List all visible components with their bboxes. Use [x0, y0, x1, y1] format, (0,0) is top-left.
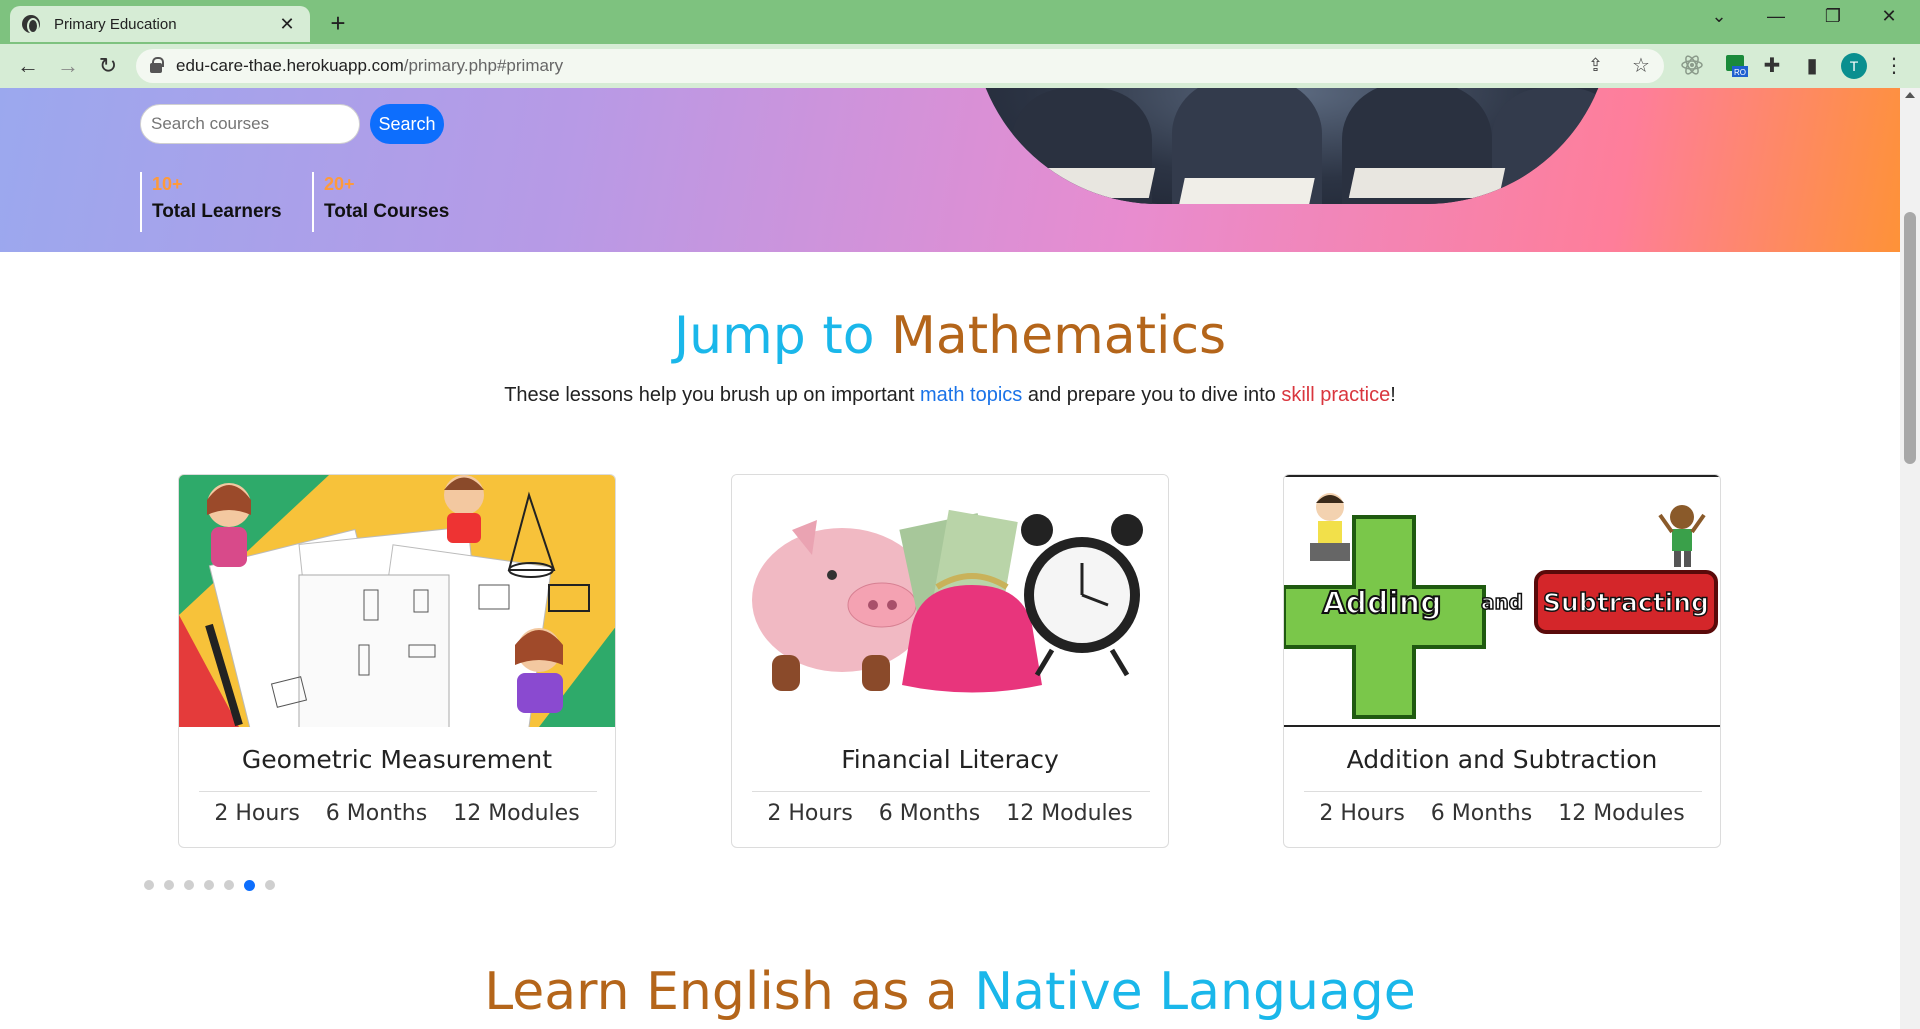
carousel-dot[interactable] — [265, 880, 275, 890]
menu-kebab-icon[interactable]: ⋮ — [1880, 52, 1908, 80]
forward-arrow-icon[interactable]: → — [54, 52, 82, 80]
card-divider — [199, 791, 597, 792]
course-meta: 2 Hours 6 Months 12 Modules — [732, 801, 1168, 826]
course-name: Addition and Subtraction — [1346, 745, 1658, 774]
and-text: and — [1481, 590, 1523, 614]
side-panel-icon[interactable]: ▮ — [1798, 52, 1826, 80]
react-devtools-icon[interactable] — [1680, 53, 1704, 77]
carousel-dot[interactable] — [164, 880, 174, 890]
course-card-addition-subtraction[interactable]: Adding and Subtracting Addition and Subt… — [1283, 474, 1721, 848]
title-part: Mathematics — [891, 306, 1227, 366]
back-arrow-icon[interactable]: ← — [14, 52, 42, 80]
tab-title: Primary Education — [54, 15, 177, 33]
extensions-puzzle-icon[interactable]: ✚ — [1758, 52, 1786, 80]
stat-label: Total Learners — [152, 201, 282, 222]
subtitle-text: These lessons help you brush up on impor… — [504, 384, 920, 406]
course-image-finance — [732, 475, 1168, 727]
adding-text: Adding — [1322, 586, 1441, 621]
stat-learners: 10+ Total Learners — [140, 172, 282, 232]
carousel-dot[interactable] — [244, 880, 255, 891]
reload-icon[interactable]: ↻ — [94, 52, 122, 80]
browser-tab[interactable]: Primary Education ✕ — [10, 6, 310, 42]
address-bar[interactable]: edu-care-thae.herokuapp.com/primary.php#… — [136, 49, 1664, 83]
share-icon[interactable]: ⇪ — [1588, 55, 1603, 76]
close-window-button[interactable]: ✕ — [1874, 6, 1904, 27]
tab-search-chevron-icon[interactable]: ⌄ — [1704, 6, 1734, 27]
card-divider — [752, 791, 1150, 792]
course-modules: 12 Modules — [1558, 801, 1685, 826]
search-button[interactable]: Search — [370, 104, 444, 144]
course-hours: 2 Hours — [1319, 801, 1405, 826]
scrollbar-thumb[interactable] — [1904, 212, 1916, 464]
url-host: edu-care-thae.herokuapp.com — [176, 56, 404, 75]
stat-value: 10+ — [152, 174, 183, 194]
page-scrollbar[interactable] — [1900, 88, 1920, 1029]
scroll-up-arrow-icon[interactable] — [1905, 92, 1915, 98]
stat-label: Total Courses — [324, 201, 450, 222]
hero-banner: Search 10+ Total Learners 20+ Total Cour… — [0, 88, 1900, 252]
course-card-geometric-measurement[interactable]: Geometric Measurement 2 Hours 6 Months 1… — [178, 474, 616, 848]
carousel-dot[interactable] — [184, 880, 194, 890]
close-tab-icon[interactable]: ✕ — [276, 14, 298, 35]
course-modules: 12 Modules — [453, 801, 580, 826]
title-part: Jump to — [673, 306, 892, 366]
card-divider — [1304, 791, 1702, 792]
url-path: /primary.php#primary — [403, 56, 564, 75]
math-section-title: Jump to Mathematics — [0, 306, 1900, 366]
hero-classroom-photo — [972, 88, 1612, 204]
subtitle-text: and prepare you to dive into — [1022, 384, 1282, 406]
course-meta: 2 Hours 6 Months 12 Modules — [1284, 801, 1720, 826]
skill-practice-link[interactable]: skill practice — [1281, 384, 1390, 406]
restore-button[interactable]: ❐ — [1818, 6, 1848, 27]
carousel-dot[interactable] — [224, 880, 234, 890]
course-name: Geometric Measurement — [241, 745, 553, 774]
math-topics-link[interactable]: math topics — [920, 384, 1022, 406]
course-months: 6 Months — [1430, 801, 1533, 826]
course-meta: 2 Hours 6 Months 12 Modules — [179, 801, 615, 826]
globe-icon — [22, 15, 40, 34]
carousel-dot[interactable] — [204, 880, 214, 890]
title-part: Learn English as a — [484, 962, 975, 1022]
new-tab-button[interactable]: + — [325, 8, 351, 39]
bookmark-star-icon[interactable]: ☆ — [1632, 53, 1650, 78]
browser-chrome: Primary Education ✕ + ⌄ — ❐ ✕ ← → ↻ edu-… — [0, 0, 1920, 88]
course-image-addition: Adding and Subtracting — [1284, 475, 1720, 727]
course-name: Financial Literacy — [841, 745, 1059, 774]
minimize-button[interactable]: — — [1761, 6, 1791, 27]
title-part: Native Language — [974, 962, 1416, 1022]
course-image-geometry — [179, 475, 615, 727]
course-months: 6 Months — [325, 801, 428, 826]
course-hours: 2 Hours — [767, 801, 853, 826]
carousel-dots — [144, 880, 275, 891]
extension-badge: RO — [1734, 68, 1746, 77]
search-input[interactable] — [140, 104, 360, 144]
course-months: 6 Months — [878, 801, 981, 826]
browser-toolbar: ← → ↻ edu-care-thae.herokuapp.com/primar… — [0, 44, 1920, 88]
profile-avatar[interactable]: T — [1841, 53, 1867, 79]
stat-courses: 20+ Total Courses — [312, 172, 449, 232]
math-section-subtitle: These lessons help you brush up on impor… — [0, 384, 1900, 407]
recorder-extension-icon[interactable]: RO — [1724, 53, 1748, 77]
carousel-dot[interactable] — [144, 880, 154, 890]
english-section-title: Learn English as a Native Language — [0, 962, 1900, 1022]
course-modules: 12 Modules — [1006, 801, 1133, 826]
course-hours: 2 Hours — [214, 801, 300, 826]
stat-value: 20+ — [324, 174, 355, 194]
course-card-financial-literacy[interactable]: Financial Literacy 2 Hours 6 Months 12 M… — [731, 474, 1169, 848]
subtracting-text: Subtracting — [1543, 588, 1709, 617]
subtitle-text: ! — [1390, 384, 1396, 406]
lock-icon — [150, 57, 164, 73]
